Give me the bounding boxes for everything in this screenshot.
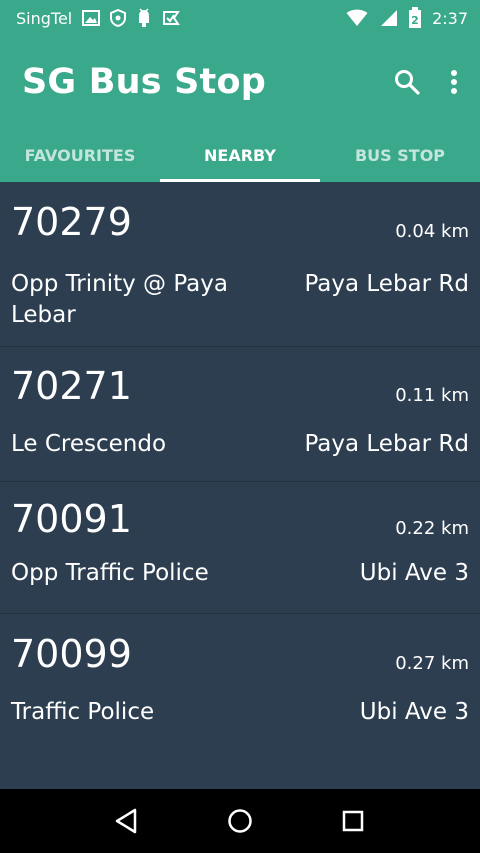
stop-distance: 0.27 km (395, 653, 469, 674)
search-icon[interactable] (394, 69, 420, 95)
stop-road: Paya Lebar Rd (304, 271, 469, 297)
navigation-bar (0, 789, 480, 853)
battery-icon: 2 (408, 7, 422, 29)
list-item[interactable]: 70091 0.22 km Opp Traffic Police Ubi Ave… (0, 482, 480, 614)
stop-distance: 0.04 km (395, 221, 469, 242)
stop-code: 70279 (11, 200, 132, 244)
wifi-icon (346, 9, 368, 27)
more-vert-icon[interactable] (450, 69, 458, 95)
stop-road: Paya Lebar Rd (304, 431, 469, 457)
nearby-stop-list: 70279 0.04 km Opp Trinity @ Paya Lebar P… (0, 182, 480, 722)
svg-text:2: 2 (411, 14, 419, 27)
clock: 2:37 (432, 8, 468, 28)
stop-road: Ubi Ave 3 (359, 699, 469, 722)
stop-code: 70271 (11, 364, 132, 408)
shield-icon (110, 9, 127, 27)
stop-description: Le Crescendo (11, 431, 167, 457)
stop-distance: 0.22 km (395, 518, 469, 539)
home-icon[interactable] (210, 791, 270, 851)
stop-road: Ubi Ave 3 (359, 560, 469, 586)
tab-bar: FAVOURITES NEARBY BUS STOP (0, 128, 480, 182)
image-icon (82, 10, 101, 26)
stop-code: 70099 (11, 632, 132, 676)
back-icon[interactable] (97, 791, 157, 851)
list-item[interactable]: 70099 0.27 km Traffic Police Ubi Ave 3 (0, 614, 480, 722)
stop-code: 70091 (11, 497, 132, 541)
list-item[interactable]: 70271 0.11 km Le Crescendo Paya Lebar Rd (0, 347, 480, 482)
stop-description: Traffic Police (11, 699, 155, 722)
stop-description: Opp Trinity @ Paya Lebar (11, 271, 228, 328)
signal-icon (378, 9, 398, 27)
stop-description: Opp Traffic Police (11, 560, 209, 586)
tab-bus-stop[interactable]: BUS STOP (320, 128, 480, 182)
list-item[interactable]: 70279 0.04 km Opp Trinity @ Paya Lebar P… (0, 182, 480, 347)
tab-favourites[interactable]: FAVOURITES (0, 128, 160, 182)
tab-nearby[interactable]: NEARBY (160, 128, 320, 182)
app-title: SG Bus Stop (22, 62, 266, 102)
recents-icon[interactable] (323, 791, 383, 851)
app-bar: SG Bus Stop (0, 36, 480, 128)
carrier-label: SingTel (16, 8, 73, 28)
check-flag-icon (162, 10, 181, 26)
status-bar: SingTel 2 2:37 (0, 0, 480, 36)
android-icon (136, 8, 152, 28)
stop-distance: 0.11 km (395, 385, 469, 406)
